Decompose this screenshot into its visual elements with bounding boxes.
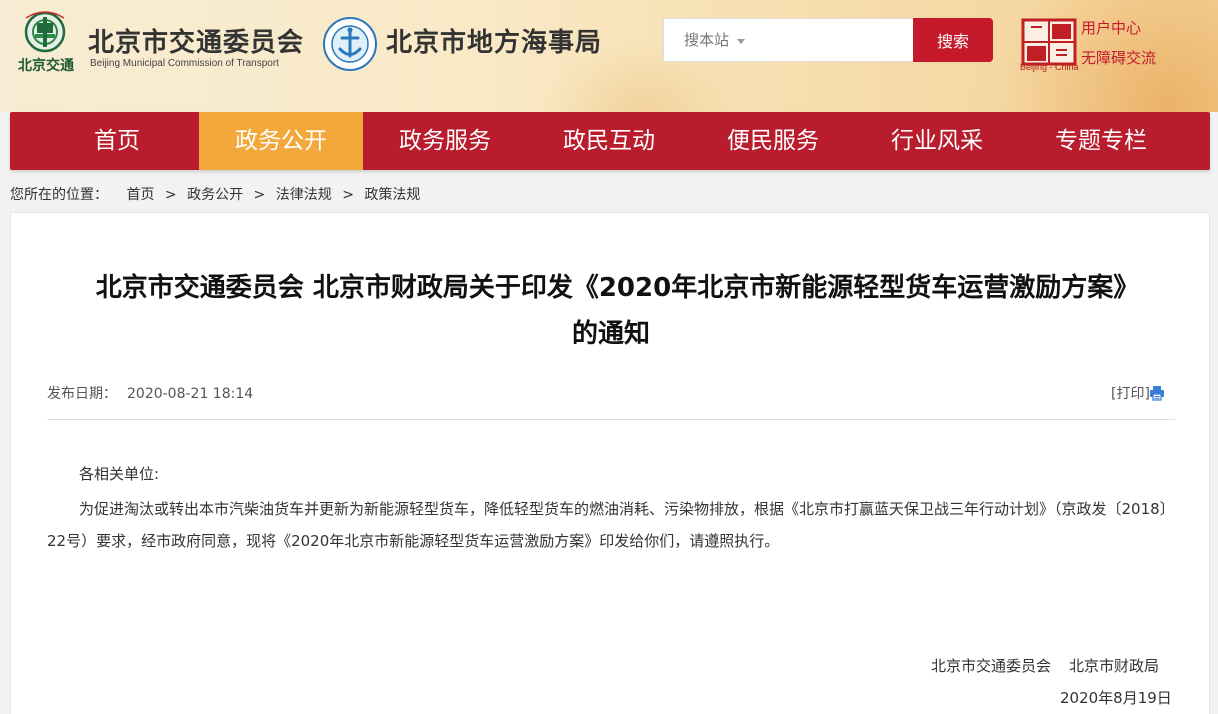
- search-button[interactable]: 搜索: [913, 18, 993, 62]
- breadcrumb-separator: >: [342, 187, 354, 203]
- brand-title-transport[interactable]: 北京市交通委员会: [88, 22, 304, 59]
- nav-item-industry-showcase[interactable]: 行业风采: [855, 112, 1019, 170]
- publish-date: 发布日期： 2020-08-21 18:14: [47, 383, 253, 403]
- signer-finance: 北京市财政局: [1069, 657, 1160, 675]
- breadcrumb-item-government-affairs[interactable]: 政务公开: [187, 187, 243, 203]
- breadcrumb-separator: >: [164, 187, 177, 203]
- breadcrumb-prefix: 您所在的位置：: [10, 187, 108, 203]
- main-nav: 首页 政务公开 政务服务 政民互动 便民服务 行业风采 专题专栏: [10, 112, 1210, 170]
- nav-item-government-services[interactable]: 政务服务: [363, 112, 527, 170]
- breadcrumb-item-policies[interactable]: 政策法规: [364, 187, 420, 203]
- nav-item-home[interactable]: 首页: [35, 112, 199, 170]
- site-header: 北京交通 北京市交通委员会 Beijing Municipal Commissi…: [0, 0, 1218, 112]
- article-body: 为促进淘汰或转出本市汽柴油货车并更新为新能源轻型货车，降低轻型货车的燃油消耗、污…: [47, 500, 1175, 550]
- search-input[interactable]: [663, 18, 915, 62]
- print-link[interactable]: [打印]: [1111, 383, 1150, 403]
- brand-title-maritime[interactable]: 北京市地方海事局: [386, 22, 602, 59]
- brand-subtitle-transport: Beijing Municipal Commission of Transpor…: [90, 58, 279, 69]
- user-center-link[interactable]: 用户中心: [1081, 17, 1141, 38]
- accessibility-link[interactable]: 无障碍交流: [1081, 47, 1156, 68]
- transport-logo-label: 北京交通: [18, 58, 74, 74]
- meta-divider: [47, 419, 1175, 420]
- maritime-logo-icon[interactable]: [322, 16, 378, 72]
- breadcrumb-item-home[interactable]: 首页: [126, 187, 154, 203]
- article-title: 北京市交通委员会 北京市财政局关于印发《2020年北京市新能源轻型货车运营激励方…: [95, 273, 1127, 349]
- breadcrumb-item-laws[interactable]: 法律法规: [276, 187, 332, 203]
- article-signers: 北京市交通委员会 北京市财政局: [931, 655, 1159, 676]
- nav-item-public-interaction[interactable]: 政民互动: [527, 112, 691, 170]
- article-sign-date: 2020年8月19日: [1060, 689, 1172, 707]
- article-salutation: 各相关单位:: [79, 465, 160, 483]
- breadcrumb: 您所在的位置： 首页 > 政务公开 > 法律法规 > 政策法规: [10, 184, 420, 204]
- nav-item-special-topics[interactable]: 专题专栏: [1019, 112, 1183, 170]
- breadcrumb-separator: >: [253, 187, 266, 203]
- signer-transport: 北京市交通委员会: [931, 657, 1052, 675]
- nav-item-government-affairs[interactable]: 政务公开: [199, 112, 363, 170]
- publish-date-label: 发布日期：: [47, 386, 117, 402]
- nav-item-convenience-services[interactable]: 便民服务: [691, 112, 855, 170]
- publish-date-value: 2020-08-21 18:14: [127, 386, 254, 402]
- seal-caption: Beijing - China: [1020, 62, 1079, 72]
- article-container: 北京市交通委员会 北京市财政局关于印发《2020年北京市新能源轻型货车运营激励方…: [10, 212, 1210, 714]
- printer-icon[interactable]: [1149, 385, 1165, 401]
- search-scope-dropdown-icon[interactable]: [737, 39, 745, 44]
